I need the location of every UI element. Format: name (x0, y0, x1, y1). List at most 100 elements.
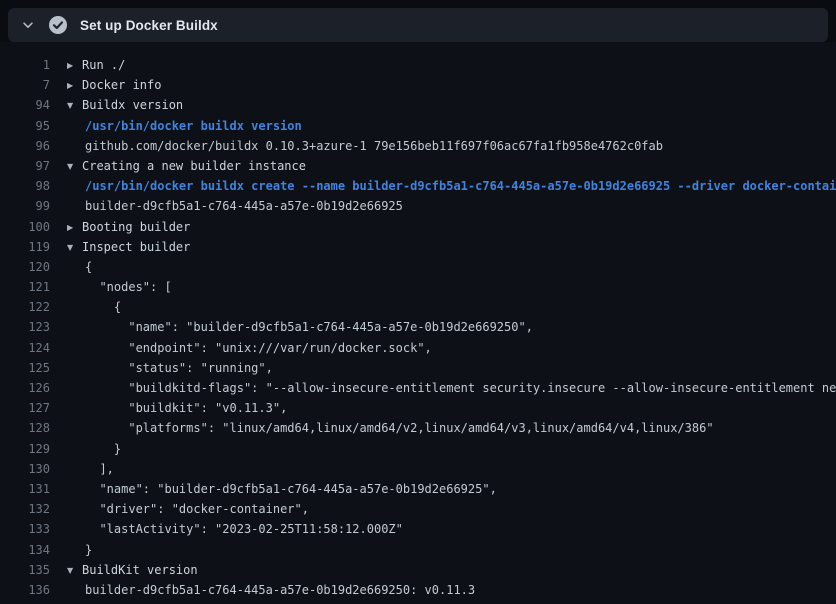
line-number[interactable]: 130 (0, 459, 50, 479)
triangle-expanded-icon[interactable]: ▼ (67, 238, 82, 257)
triangle-expanded-icon[interactable]: ▼ (67, 561, 82, 580)
line-number[interactable]: 134 (0, 540, 50, 560)
log-line-text: "buildkit": "v0.11.3", (67, 398, 287, 418)
log-line-text: github.com/docker/buildx 0.10.3+azure-1 … (67, 136, 663, 156)
line-number[interactable]: 126 (0, 378, 50, 398)
line-number[interactable]: 122 (0, 297, 50, 317)
log-line: 99 builder-d9cfb5a1-c764-445a-a57e-0b19d… (0, 196, 836, 216)
log-line-text: ▶Docker info (67, 75, 161, 95)
log-area: 1 ▶Run ./ 7 ▶Docker info 94 ▼Buildx vers… (0, 42, 836, 604)
log-line-text: "buildkitd-flags": "--allow-insecure-ent… (67, 378, 836, 398)
log-line: 134 } (0, 540, 836, 560)
line-number[interactable]: 121 (0, 277, 50, 297)
log-line: 130 ], (0, 459, 836, 479)
log-line: 120 { (0, 257, 836, 277)
group-title: Booting builder (82, 220, 190, 234)
line-number[interactable]: 131 (0, 479, 50, 499)
triangle-collapsed-icon[interactable]: ▶ (67, 76, 82, 95)
log-body: 1 ▶Run ./ 7 ▶Docker info 94 ▼Buildx vers… (0, 55, 836, 600)
log-line-text: "name": "builder-d9cfb5a1-c764-445a-a57e… (67, 479, 497, 499)
log-line: 129 } (0, 439, 836, 459)
group-title: Docker info (82, 78, 161, 92)
log-line-text: ], (67, 459, 114, 479)
triangle-expanded-icon[interactable]: ▼ (67, 96, 82, 115)
step-title: Set up Docker Buildx (80, 18, 218, 33)
log-line-text: /usr/bin/docker buildx create --name bui… (67, 176, 836, 196)
line-number[interactable]: 132 (0, 499, 50, 519)
line-number[interactable]: 119 (0, 237, 50, 257)
line-number[interactable]: 99 (0, 196, 50, 216)
line-number[interactable]: 124 (0, 338, 50, 358)
group-title: Inspect builder (82, 240, 190, 254)
log-line: 124 "endpoint": "unix:///var/run/docker.… (0, 338, 836, 358)
line-number[interactable]: 135 (0, 560, 50, 580)
line-number[interactable]: 98 (0, 176, 50, 196)
log-line-text: { (67, 257, 92, 277)
line-number[interactable]: 123 (0, 317, 50, 337)
log-line-text: ▼Creating a new builder instance (67, 156, 306, 176)
line-number[interactable]: 96 (0, 136, 50, 156)
log-line: 126 "buildkitd-flags": "--allow-insecure… (0, 378, 836, 398)
line-number[interactable]: 120 (0, 257, 50, 277)
triangle-collapsed-icon[interactable]: ▶ (67, 218, 82, 237)
log-line-text: { (67, 297, 121, 317)
log-line: 132 "driver": "docker-container", (0, 499, 836, 519)
log-line: 131 "name": "builder-d9cfb5a1-c764-445a-… (0, 479, 836, 499)
log-line: 98 /usr/bin/docker buildx create --name … (0, 176, 836, 196)
triangle-expanded-icon[interactable]: ▼ (67, 157, 82, 176)
log-line-text: "platforms": "linux/amd64,linux/amd64/v2… (67, 418, 714, 438)
log-line[interactable]: 97 ▼Creating a new builder instance (0, 156, 836, 176)
line-number[interactable]: 94 (0, 95, 50, 115)
line-number[interactable]: 100 (0, 217, 50, 237)
group-title: Buildx version (82, 98, 183, 112)
log-line: 125 "status": "running", (0, 358, 836, 378)
line-number[interactable]: 136 (0, 580, 50, 600)
log-line-text: ▶Booting builder (67, 217, 190, 237)
chevron-down-icon[interactable] (20, 17, 36, 33)
line-number[interactable]: 1 (0, 55, 50, 75)
line-number[interactable]: 125 (0, 358, 50, 378)
line-number[interactable]: 95 (0, 116, 50, 136)
log-line[interactable]: 94 ▼Buildx version (0, 95, 836, 115)
log-line-text: "nodes": [ (67, 277, 172, 297)
line-number[interactable]: 127 (0, 398, 50, 418)
log-line: 95 /usr/bin/docker buildx version (0, 116, 836, 136)
log-line[interactable]: 7 ▶Docker info (0, 75, 836, 95)
log-line-text: ▼Buildx version (67, 95, 183, 115)
step-header[interactable]: Set up Docker Buildx (8, 8, 828, 42)
group-title: Run ./ (82, 58, 125, 72)
log-line: 133 "lastActivity": "2023-02-25T11:58:12… (0, 519, 836, 539)
log-line: 121 "nodes": [ (0, 277, 836, 297)
log-line-text: "status": "running", (67, 358, 273, 378)
log-line-text: builder-d9cfb5a1-c764-445a-a57e-0b19d2e6… (67, 580, 475, 600)
line-number[interactable]: 133 (0, 519, 50, 539)
log-line: 122 { (0, 297, 836, 317)
log-line[interactable]: 100 ▶Booting builder (0, 217, 836, 237)
log-line: 127 "buildkit": "v0.11.3", (0, 398, 836, 418)
log-line-text: } (67, 439, 121, 459)
line-number[interactable]: 128 (0, 418, 50, 438)
log-line[interactable]: 1 ▶Run ./ (0, 55, 836, 75)
log-line: 96 github.com/docker/buildx 0.10.3+azure… (0, 136, 836, 156)
group-title: Creating a new builder instance (82, 159, 306, 173)
log-line-text: /usr/bin/docker buildx version (67, 116, 302, 136)
check-circle-icon (48, 15, 68, 35)
log-line: 123 "name": "builder-d9cfb5a1-c764-445a-… (0, 317, 836, 337)
log-line-text: "lastActivity": "2023-02-25T11:58:12.000… (67, 519, 403, 539)
group-title: BuildKit version (82, 563, 198, 577)
log-line[interactable]: 119 ▼Inspect builder (0, 237, 836, 257)
log-line-text: builder-d9cfb5a1-c764-445a-a57e-0b19d2e6… (67, 196, 403, 216)
log-line-text: ▶Run ./ (67, 55, 125, 75)
line-number[interactable]: 97 (0, 156, 50, 176)
log-line: 136 builder-d9cfb5a1-c764-445a-a57e-0b19… (0, 580, 836, 600)
log-line-text: "endpoint": "unix:///var/run/docker.sock… (67, 338, 432, 358)
line-number[interactable]: 129 (0, 439, 50, 459)
log-line-text: "name": "builder-d9cfb5a1-c764-445a-a57e… (67, 317, 533, 337)
log-line-text: ▼Inspect builder (67, 237, 190, 257)
log-line: 128 "platforms": "linux/amd64,linux/amd6… (0, 418, 836, 438)
log-line-text: "driver": "docker-container", (67, 499, 309, 519)
triangle-collapsed-icon[interactable]: ▶ (67, 56, 82, 75)
log-line[interactable]: 135 ▼BuildKit version (0, 560, 836, 580)
log-line-text: ▼BuildKit version (67, 560, 198, 580)
line-number[interactable]: 7 (0, 75, 50, 95)
